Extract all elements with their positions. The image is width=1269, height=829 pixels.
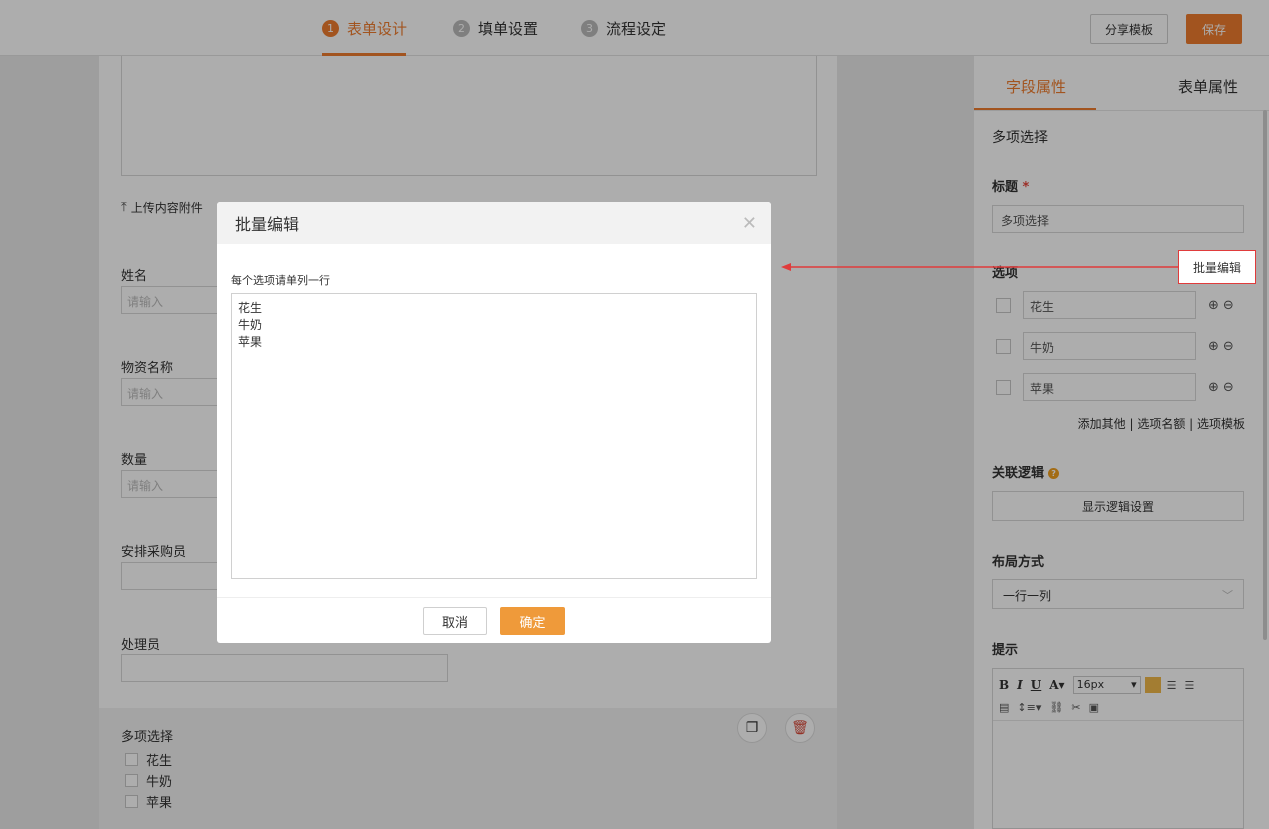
annotation-arrow [781, 263, 1179, 271]
textarea-line: 花生 [238, 301, 263, 315]
dialog-hint: 每个选项请单列一行 [231, 274, 330, 287]
close-icon[interactable]: ✕ [742, 213, 757, 234]
dialog-footer: 取消 确定 [217, 597, 771, 643]
batch-edit-dialog: 批量编辑 ✕ 每个选项请单列一行 花生 牛奶 苹果 取消 确定 [217, 202, 771, 643]
cancel-button[interactable]: 取消 [423, 607, 487, 635]
confirm-button[interactable]: 确定 [500, 607, 565, 635]
batch-edit-link[interactable]: 批量编辑 [1178, 250, 1256, 284]
dialog-header: 批量编辑 ✕ [217, 202, 771, 244]
dialog-title: 批量编辑 [235, 215, 300, 234]
textarea-line: 苹果 [238, 335, 263, 349]
textarea-line: 牛奶 [238, 318, 263, 332]
options-textarea[interactable]: 花生 牛奶 苹果 [231, 293, 757, 579]
